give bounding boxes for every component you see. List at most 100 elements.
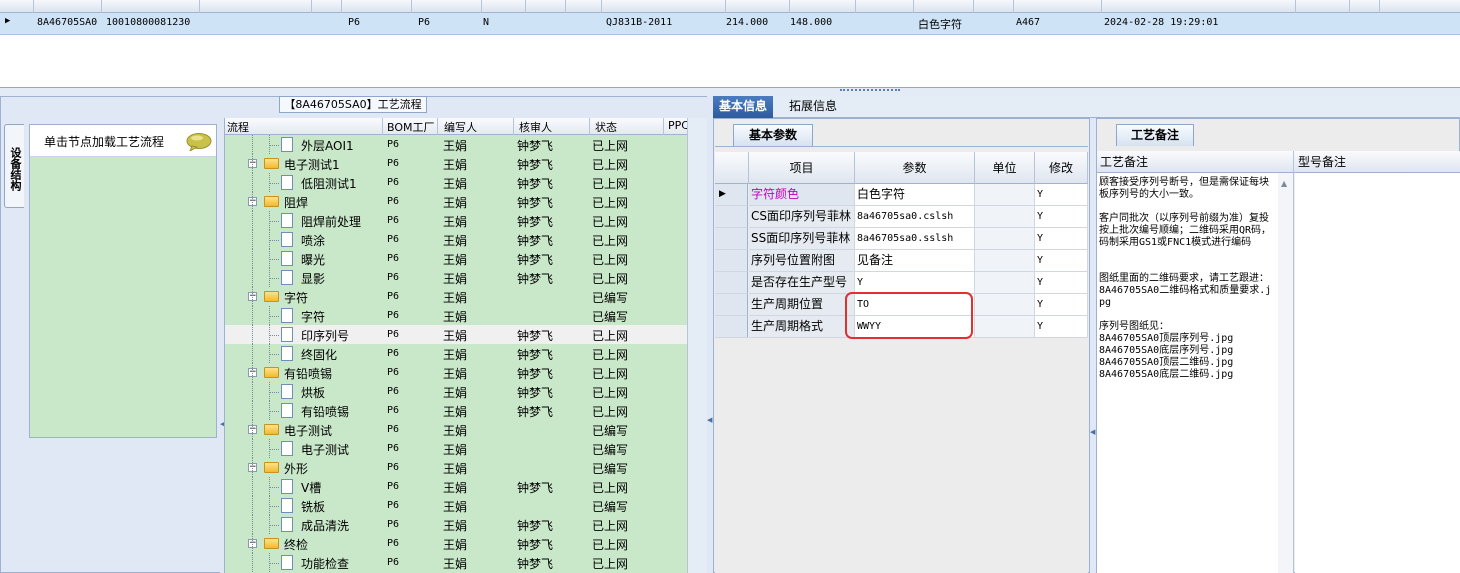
param-unit — [975, 272, 1035, 294]
param-modify: Y — [1035, 316, 1088, 338]
tree-cell-writer: 王娟 — [443, 177, 468, 191]
tree-cell-status: 已上网 — [592, 405, 629, 419]
tree-row[interactable]: 阻焊前处理 P6 王娟 钟梦飞 已上网 — [225, 211, 687, 230]
tree-row[interactable]: − 有铅喷锡 P6 王娟 钟梦飞 已上网 — [225, 363, 687, 382]
tree-row[interactable]: − 字符 P6 王娟 已编写 — [225, 287, 687, 306]
tree-cell-bom: P6 — [387, 500, 400, 511]
scroll-up-icon[interactable]: ▲ — [1281, 179, 1287, 188]
param-item: CS面印序列号菲林 — [749, 206, 855, 228]
tree-node-label: 显影 — [301, 272, 326, 286]
splitter-arrow-icon: ◀ — [707, 416, 713, 424]
tree-row[interactable]: 铣板 P6 王娟 已编写 — [225, 496, 687, 515]
param-value[interactable]: 8a46705sa0.cslsh — [855, 206, 975, 228]
model-notes-textarea[interactable] — [1295, 173, 1460, 573]
tree-row[interactable]: 有铅喷锡 P6 王娟 钟梦飞 已上网 — [225, 401, 687, 420]
tree-row[interactable]: 功能检查 P6 王娟 钟梦飞 已上网 — [225, 553, 687, 572]
tree-node-label: V槽 — [301, 481, 322, 495]
tree-node-label: 低阻测试1 — [301, 177, 357, 191]
tree-cell-bom: P6 — [387, 386, 400, 397]
process-tree[interactable]: 流程 BOM工厂 编写人 核审人 状态 PPC 外层AOI1 P6 王娟 钟梦飞 已上网… — [224, 118, 687, 573]
tree-row[interactable]: 印序列号 P6 王娟 钟梦飞 已上网 — [225, 325, 687, 344]
tree-row[interactable]: 字符 P6 王娟 已编写 — [225, 306, 687, 325]
tree-cell-status: 已上网 — [592, 557, 629, 571]
tree-row[interactable]: 低阻测试1 P6 王娟 钟梦飞 已上网 — [225, 173, 687, 192]
param-item: 是否存在生产型号 — [749, 272, 855, 294]
tab-device-structure[interactable]: 设备结构 — [4, 124, 24, 208]
tree-row[interactable]: − 终检 P6 王娟 钟梦飞 已上网 — [225, 534, 687, 553]
highlight-annotation — [845, 292, 973, 339]
param-value[interactable]: 白色字符 — [855, 184, 975, 206]
cell-type: A467 — [1016, 17, 1041, 28]
tree-cell-writer: 王娟 — [443, 443, 468, 457]
tree-row[interactable]: − 阻焊 P6 王娟 钟梦飞 已上网 — [225, 192, 687, 211]
notes-scrollbar[interactable]: ▲ — [1278, 173, 1293, 573]
tree-cell-status: 已上网 — [592, 234, 629, 248]
tree-node-label: 有铅喷锡 — [301, 405, 350, 419]
parameter-row[interactable]: 序列号位置附图 见备注 Y — [715, 250, 1088, 272]
param-item: 字符颜色 — [749, 184, 855, 206]
cell-date: 2024-02-28 19:29:01 — [1104, 17, 1219, 28]
tree-node-label: 印序列号 — [301, 329, 350, 343]
parameter-row[interactable]: ▶ 字符颜色 白色字符 Y — [715, 184, 1088, 206]
tree-cell-status: 已编写 — [592, 462, 629, 476]
tree-cell-bom: P6 — [387, 462, 400, 473]
tree-cell-writer: 王娟 — [443, 234, 468, 248]
tree-node-label: 字符 — [301, 310, 326, 324]
tree-cell-reviewer: 钟梦飞 — [517, 405, 554, 419]
param-modify: Y — [1035, 206, 1088, 228]
tree-node-label: 功能检查 — [301, 557, 350, 571]
grid-header-unit: 单位 — [975, 152, 1035, 184]
tab-basic-info[interactable]: 基本信息 — [713, 96, 774, 118]
process-notes-header: 工艺备注 — [1097, 151, 1294, 173]
tree-cell-reviewer: 钟梦飞 — [517, 196, 554, 210]
tab-extended-info[interactable]: 拓展信息 — [783, 96, 843, 118]
splitter-arrow-icon: ◀ — [1090, 428, 1096, 436]
node-hint-text: 单击节点加载工艺流程 — [44, 135, 165, 149]
table-row[interactable]: ▶ 8A46705SA0 10010800081230 P6 P6 N QJ83… — [0, 13, 1460, 35]
tree-row[interactable]: 外层AOI1 P6 王娟 钟梦飞 已上网 — [225, 135, 687, 154]
horizontal-splitter[interactable] — [0, 88, 1460, 96]
tree-cell-writer: 王娟 — [443, 215, 468, 229]
tree-row[interactable]: 显影 P6 王娟 钟梦飞 已上网 — [225, 268, 687, 287]
tree-row[interactable]: 终固化 P6 王娟 钟梦飞 已上网 — [225, 344, 687, 363]
tab-basic-params[interactable]: 基本参数 — [733, 124, 813, 146]
param-value[interactable]: 见备注 — [855, 250, 975, 272]
parameter-grid[interactable]: 项目 参数 单位 修改 ▶ 字符颜色 白色字符 Y CS面印序列号菲林 8a46705sa… — [715, 146, 1088, 573]
row-indicator — [715, 228, 748, 250]
process-notes-textarea[interactable]: 顾客接受序列号断号，但是需保证每块板序列号的大小一致。 客户同批次（以序列号前缀… — [1097, 173, 1294, 573]
tree-header-flow: 流程 — [227, 121, 249, 134]
tree-row[interactable]: V槽 P6 王娟 钟梦飞 已上网 — [225, 477, 687, 496]
document-icon — [281, 555, 293, 570]
tree-cell-status: 已上网 — [592, 253, 629, 267]
param-value[interactable]: 8a46705sa0.sslsh — [855, 228, 975, 250]
document-icon — [281, 213, 293, 228]
parameter-row[interactable]: SS面印序列号菲林 8a46705sa0.sslsh Y — [715, 228, 1088, 250]
tab-process-notes[interactable]: 工艺备注 — [1116, 124, 1194, 146]
document-icon — [281, 346, 293, 361]
row-indicator: ▶ — [715, 184, 748, 206]
tree-row[interactable]: 成品清洗 P6 王娟 钟梦飞 已上网 — [225, 515, 687, 534]
tree-row[interactable]: 烘板 P6 王娟 钟梦飞 已上网 — [225, 382, 687, 401]
tree-row[interactable]: 电子测试 P6 王娟 已编写 — [225, 439, 687, 458]
tree-cell-status: 已上网 — [592, 272, 629, 286]
tree-row[interactable]: − 电子测试1 P6 王娟 钟梦飞 已上网 — [225, 154, 687, 173]
document-icon — [281, 232, 293, 247]
param-item: SS面印序列号菲林 — [749, 228, 855, 250]
document-icon — [281, 251, 293, 266]
tree-scrollbar[interactable] — [687, 118, 707, 573]
parameter-row[interactable]: CS面印序列号菲林 8a46705sa0.cslsh Y — [715, 206, 1088, 228]
tree-cell-writer: 王娟 — [443, 348, 468, 362]
row-indicator — [715, 250, 748, 272]
tree-cell-reviewer: 钟梦飞 — [517, 557, 554, 571]
tree-cell-status: 已上网 — [592, 158, 629, 172]
grid-header-item: 项目 — [749, 152, 855, 184]
tree-row[interactable]: 曝光 P6 王娟 钟梦飞 已上网 — [225, 249, 687, 268]
tree-cell-reviewer: 钟梦飞 — [517, 177, 554, 191]
tree-row[interactable]: − 电子测试 P6 王娟 已编写 — [225, 420, 687, 439]
param-value[interactable]: Y — [855, 272, 975, 294]
tree-header-reviewer: 核审人 — [519, 121, 552, 134]
tree-row[interactable]: − 外形 P6 王娟 已编写 — [225, 458, 687, 477]
tree-cell-bom: P6 — [387, 234, 400, 245]
parameter-row[interactable]: 是否存在生产型号 Y Y — [715, 272, 1088, 294]
tree-row[interactable]: 喷涂 P6 王娟 钟梦飞 已上网 — [225, 230, 687, 249]
